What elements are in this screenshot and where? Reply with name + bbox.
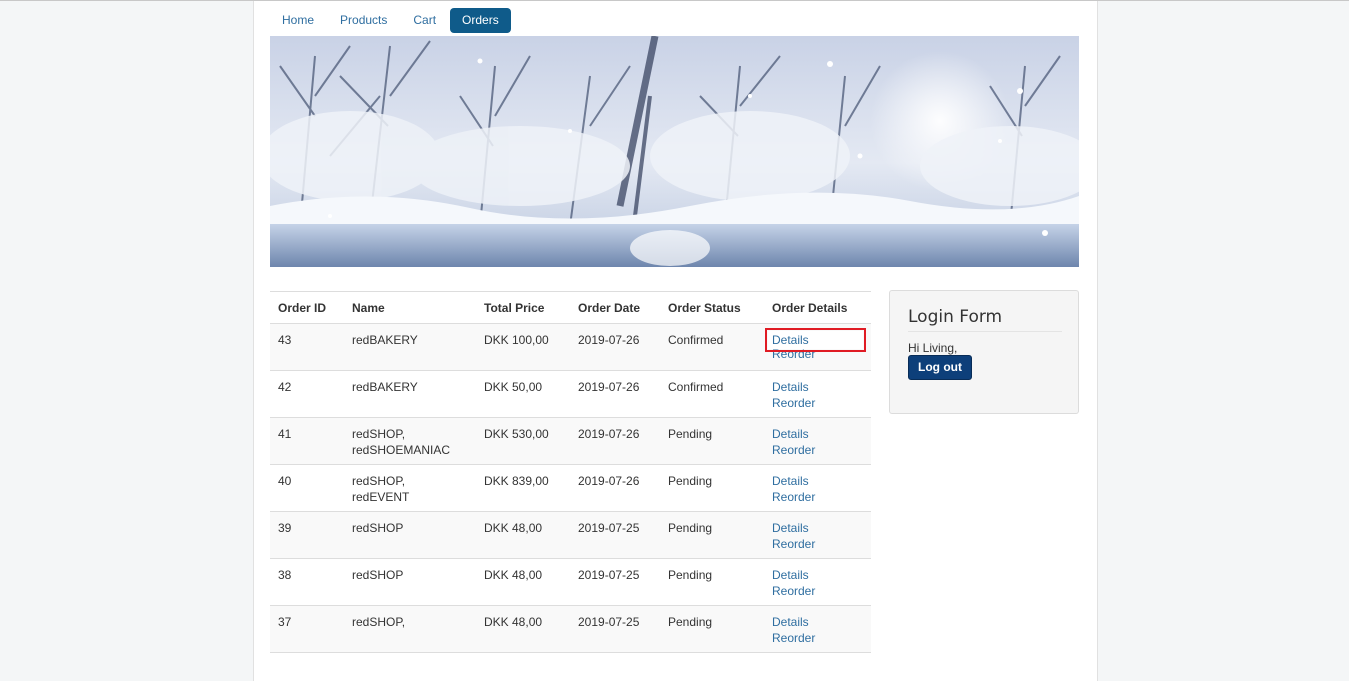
orders-table: Order ID Name Total Price Order Date Ord… bbox=[270, 291, 871, 653]
details-link[interactable]: Details bbox=[772, 426, 863, 442]
details-link[interactable]: Details bbox=[772, 379, 863, 395]
details-link[interactable]: Details bbox=[765, 328, 866, 352]
table-row: 37 redSHOP, DKK 48,00 2019-07-25 Pending… bbox=[270, 605, 871, 653]
order-price: DKK 48,00 bbox=[476, 605, 570, 653]
order-status: Pending bbox=[660, 464, 764, 512]
order-name: redSHOP, redEVENT bbox=[344, 464, 476, 512]
order-id: 41 bbox=[270, 417, 344, 465]
order-actions: Details Reorder bbox=[764, 605, 871, 653]
col-total-price: Total Price bbox=[476, 291, 570, 324]
main-nav: Home Products Cart Orders bbox=[270, 8, 511, 33]
nav-home[interactable]: Home bbox=[270, 8, 326, 33]
order-name-line: redBAKERY bbox=[352, 333, 418, 347]
order-status: Pending bbox=[660, 605, 764, 653]
nav-orders[interactable]: Orders bbox=[450, 8, 511, 33]
order-actions: Details Reorder bbox=[764, 464, 871, 512]
order-status: Confirmed bbox=[660, 370, 764, 418]
order-actions: Details Reorder bbox=[764, 370, 871, 418]
reorder-link[interactable]: Reorder bbox=[772, 489, 863, 505]
order-date: 2019-07-25 bbox=[570, 558, 660, 606]
winter-banner-image bbox=[270, 36, 1079, 267]
logout-button[interactable]: Log out bbox=[908, 355, 972, 380]
order-name: redBAKERY bbox=[344, 370, 476, 418]
order-actions: Details Reorder bbox=[764, 511, 871, 559]
order-name-line: redSHOP, bbox=[352, 427, 406, 441]
order-actions: Details Reorder bbox=[764, 323, 871, 371]
table-row: 39 redSHOP DKK 48,00 2019-07-25 Pending … bbox=[270, 511, 871, 559]
order-id: 37 bbox=[270, 605, 344, 653]
reorder-link[interactable]: Reorder bbox=[772, 630, 863, 646]
reorder-link[interactable]: Reorder bbox=[772, 536, 863, 552]
order-date: 2019-07-25 bbox=[570, 511, 660, 559]
order-id: 39 bbox=[270, 511, 344, 559]
order-date: 2019-07-26 bbox=[570, 464, 660, 512]
nav-products[interactable]: Products bbox=[328, 8, 399, 33]
order-id: 42 bbox=[270, 370, 344, 418]
details-link[interactable]: Details bbox=[772, 614, 863, 630]
login-form-title: Login Form bbox=[908, 307, 1062, 332]
order-name: redBAKERY bbox=[344, 323, 476, 371]
order-name-line: redSHOP, bbox=[352, 474, 406, 488]
details-link[interactable]: Details bbox=[772, 520, 863, 536]
col-order-id: Order ID bbox=[270, 291, 344, 324]
order-name-line: redSHOEMANIAC bbox=[352, 443, 451, 457]
order-date: 2019-07-26 bbox=[570, 323, 660, 371]
nav-cart[interactable]: Cart bbox=[401, 8, 448, 33]
order-name-line: redEVENT bbox=[352, 490, 410, 504]
order-price: DKK 839,00 bbox=[476, 464, 570, 512]
reorder-link[interactable]: Reorder bbox=[772, 442, 863, 458]
order-name: redSHOP bbox=[344, 558, 476, 606]
order-status: Pending bbox=[660, 511, 764, 559]
table-row: 41 redSHOP, redSHOEMANIAC DKK 530,00 201… bbox=[270, 417, 871, 465]
order-name-line: redBAKERY bbox=[352, 380, 418, 394]
table-header-row: Order ID Name Total Price Order Date Ord… bbox=[270, 291, 871, 324]
page-container: Home Products Cart Orders Order ID Name … bbox=[253, 1, 1098, 681]
order-actions: Details Reorder bbox=[764, 558, 871, 606]
login-greeting: Hi Living, bbox=[908, 341, 958, 355]
table-row: 43 redBAKERY DKK 100,00 2019-07-26 Confi… bbox=[270, 323, 871, 371]
order-date: 2019-07-26 bbox=[570, 370, 660, 418]
order-price: DKK 100,00 bbox=[476, 323, 570, 371]
order-price: DKK 48,00 bbox=[476, 511, 570, 559]
order-status: Confirmed bbox=[660, 323, 764, 371]
details-link[interactable]: Details bbox=[772, 567, 863, 583]
col-order-details: Order Details bbox=[764, 291, 871, 324]
order-name: redSHOP, bbox=[344, 605, 476, 653]
order-id: 38 bbox=[270, 558, 344, 606]
table-row: 40 redSHOP, redEVENT DKK 839,00 2019-07-… bbox=[270, 464, 871, 512]
order-actions: Details Reorder bbox=[764, 417, 871, 465]
order-id: 43 bbox=[270, 323, 344, 371]
order-name: redSHOP bbox=[344, 511, 476, 559]
order-status: Pending bbox=[660, 558, 764, 606]
reorder-link[interactable]: Reorder bbox=[772, 583, 863, 599]
order-price: DKK 50,00 bbox=[476, 370, 570, 418]
order-date: 2019-07-25 bbox=[570, 605, 660, 653]
table-row: 42 redBAKERY DKK 50,00 2019-07-26 Confir… bbox=[270, 370, 871, 418]
order-status: Pending bbox=[660, 417, 764, 465]
col-name: Name bbox=[344, 291, 476, 324]
order-name-line: redSHOP, bbox=[352, 615, 406, 629]
order-name: redSHOP, redSHOEMANIAC bbox=[344, 417, 476, 465]
order-id: 40 bbox=[270, 464, 344, 512]
col-order-date: Order Date bbox=[570, 291, 660, 324]
table-row: 38 redSHOP DKK 48,00 2019-07-25 Pending … bbox=[270, 558, 871, 606]
col-order-status: Order Status bbox=[660, 291, 764, 324]
order-date: 2019-07-26 bbox=[570, 417, 660, 465]
reorder-link[interactable]: Reorder bbox=[772, 395, 863, 411]
details-link[interactable]: Details bbox=[772, 473, 863, 489]
order-price: DKK 530,00 bbox=[476, 417, 570, 465]
order-name-line: redSHOP bbox=[352, 568, 404, 582]
order-price: DKK 48,00 bbox=[476, 558, 570, 606]
order-name-line: redSHOP bbox=[352, 521, 404, 535]
login-form-panel: Login Form Hi Living, Log out bbox=[889, 290, 1079, 414]
